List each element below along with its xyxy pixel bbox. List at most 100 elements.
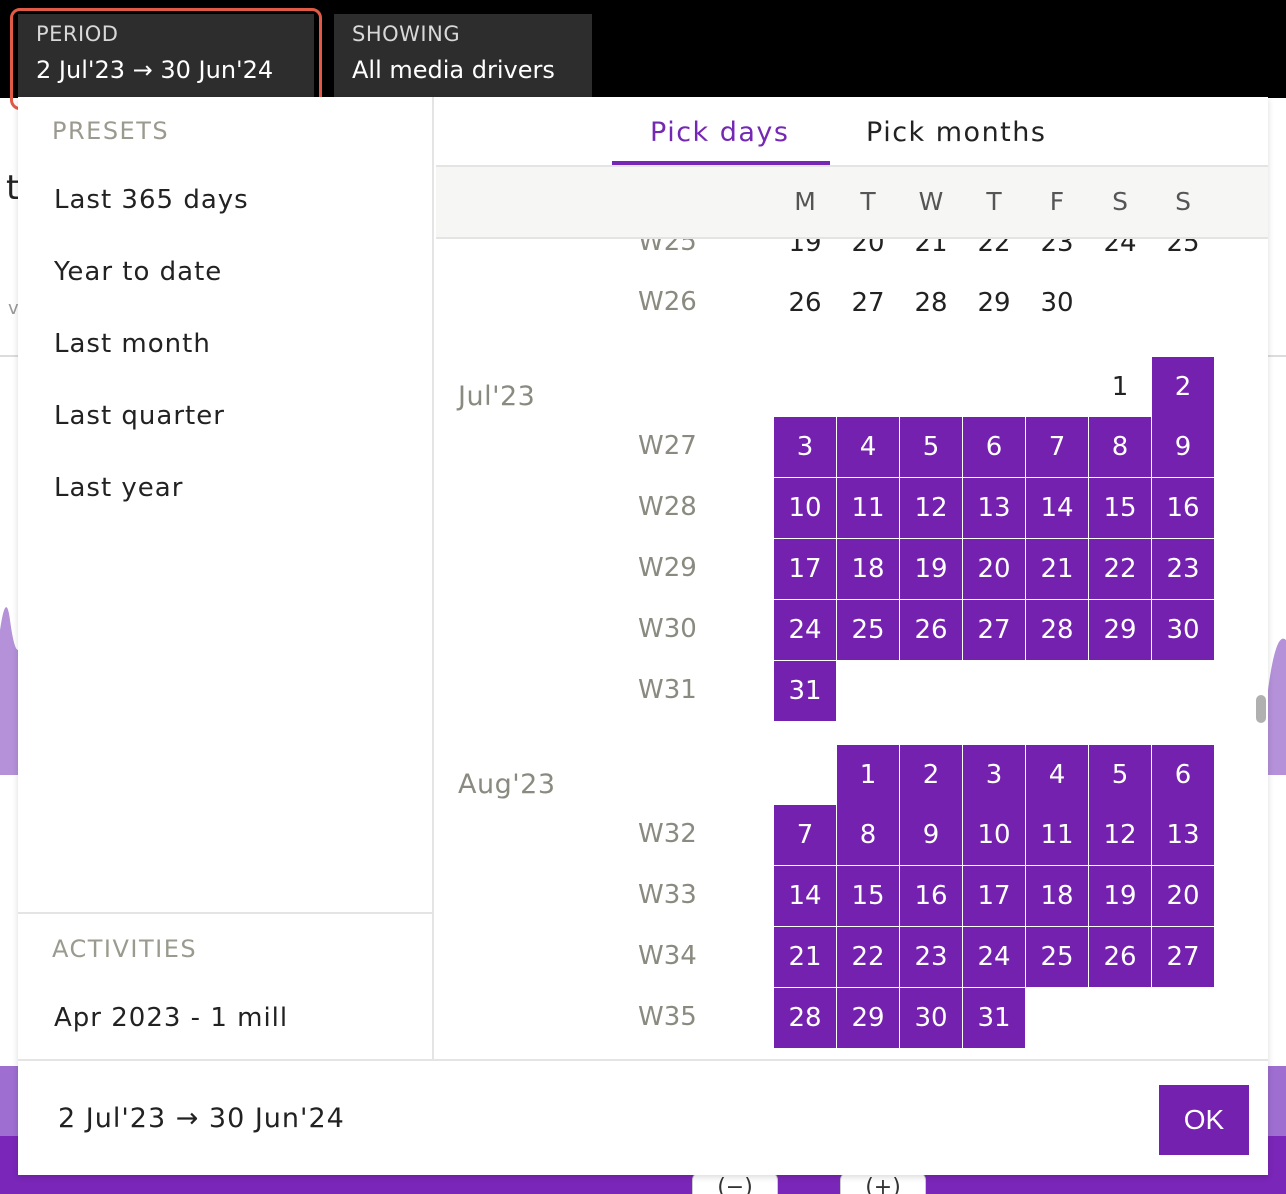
calendar-day-selected[interactable]: 20	[963, 539, 1025, 599]
calendar-day-selected[interactable]: 13	[1152, 805, 1214, 865]
calendar-day-selected[interactable]: 10	[963, 805, 1025, 865]
calendar-day-selected[interactable]: 8	[1089, 417, 1151, 477]
calendar-day-selected[interactable]: 5	[1089, 745, 1151, 805]
calendar-day-selected[interactable]: 25	[1026, 927, 1088, 987]
calendar-day-selected[interactable]: 7	[1026, 417, 1088, 477]
calendar-day-selected[interactable]: 2	[900, 745, 962, 805]
calendar-day[interactable]: 26	[774, 273, 836, 333]
calendar-day[interactable]: 28	[900, 273, 962, 333]
calendar-day-selected[interactable]: 24	[963, 927, 1025, 987]
calendar-day-selected[interactable]: 10	[774, 478, 836, 538]
preset-last-month[interactable]: Last month	[54, 329, 211, 359]
month-label: Aug'23	[458, 769, 556, 800]
calendar-day-selected[interactable]: 19	[900, 539, 962, 599]
calendar-day[interactable]: 30	[1026, 273, 1088, 333]
calendar-day-selected[interactable]: 28	[774, 988, 836, 1048]
activities-divider	[18, 912, 434, 914]
weekday-mon: M	[794, 187, 816, 216]
calendar-day-selected[interactable]: 15	[837, 866, 899, 926]
calendar-day-selected[interactable]: 17	[774, 539, 836, 599]
calendar-day-selected[interactable]: 29	[1089, 600, 1151, 660]
calendar-day-selected[interactable]: 11	[837, 478, 899, 538]
calendar-day-selected[interactable]: 5	[900, 417, 962, 477]
calendar-day[interactable]: 21	[900, 239, 962, 273]
calendar-day-selected[interactable]: 6	[963, 417, 1025, 477]
week-label: W25	[638, 239, 697, 257]
calendar-day-selected[interactable]: 4	[1026, 745, 1088, 805]
calendar-day-selected[interactable]: 26	[1089, 927, 1151, 987]
calendar-day-selected[interactable]: 27	[963, 600, 1025, 660]
calendar-day-selected[interactable]: 23	[900, 927, 962, 987]
calendar-day-selected[interactable]: 31	[774, 661, 836, 721]
preset-last-365-days[interactable]: Last 365 days	[54, 185, 249, 215]
calendar-day[interactable]: 20	[837, 239, 899, 273]
calendar-day-selected[interactable]: 18	[1026, 866, 1088, 926]
calendar-day-selected[interactable]: 4	[837, 417, 899, 477]
calendar-day[interactable]: 24	[1089, 239, 1151, 273]
calendar-day-selected[interactable]: 13	[963, 478, 1025, 538]
calendar-day-selected[interactable]: 3	[963, 745, 1025, 805]
presets-pane: PRESETS Last 365 days Year to date Last …	[18, 97, 434, 1059]
zoom-in-button[interactable]: (+)	[840, 1172, 926, 1194]
calendar-day-selected[interactable]: 7	[774, 805, 836, 865]
week-label: W34	[638, 941, 697, 971]
calendar-day-selected[interactable]: 26	[900, 600, 962, 660]
calendar-day-selected[interactable]: 21	[774, 927, 836, 987]
calendar-day[interactable]: 25	[1152, 239, 1214, 273]
week-label: W26	[638, 287, 697, 317]
calendar-day[interactable]: 23	[1026, 239, 1088, 273]
preset-year-to-date[interactable]: Year to date	[54, 257, 222, 287]
calendar-day-selected[interactable]: 30	[1152, 600, 1214, 660]
calendar-day-selected[interactable]: 11	[1026, 805, 1088, 865]
calendar-day-selected[interactable]: 17	[963, 866, 1025, 926]
activity-item[interactable]: Apr 2023 - 1 mill	[54, 1003, 288, 1033]
calendar-day-selected[interactable]: 21	[1026, 539, 1088, 599]
calendar-day-selected[interactable]: 31	[963, 988, 1025, 1048]
week-label: W35	[638, 1002, 697, 1032]
calendar-day-selected[interactable]: 29	[837, 988, 899, 1048]
calendar-day-selected[interactable]: 1	[837, 745, 899, 805]
preset-last-quarter[interactable]: Last quarter	[54, 401, 225, 431]
calendar-day[interactable]: 27	[837, 273, 899, 333]
calendar-grid[interactable]: W25 19 20 21 22 23 24 25 W26 26 27 28 29 30 Jul'23 1 2 W2…	[436, 239, 1268, 1059]
weekday-thu: T	[986, 187, 1002, 216]
calendar-day-selected[interactable]: 15	[1089, 478, 1151, 538]
calendar-scrollbar[interactable]	[1256, 695, 1266, 723]
calendar-day-selected[interactable]: 19	[1089, 866, 1151, 926]
calendar-day-selected[interactable]: 30	[900, 988, 962, 1048]
calendar-day-selected[interactable]: 18	[837, 539, 899, 599]
calendar-day[interactable]: 19	[774, 239, 836, 273]
calendar-day-selected[interactable]: 2	[1152, 357, 1214, 417]
showing-selector[interactable]: SHOWING All media drivers	[334, 14, 592, 98]
calendar-day-selected[interactable]: 22	[1089, 539, 1151, 599]
calendar-day-selected[interactable]: 16	[1152, 478, 1214, 538]
calendar-day-selected[interactable]: 25	[837, 600, 899, 660]
calendar-day-selected[interactable]: 3	[774, 417, 836, 477]
calendar-day[interactable]: 22	[963, 239, 1025, 273]
calendar-day-selected[interactable]: 14	[1026, 478, 1088, 538]
calendar-day-selected[interactable]: 8	[837, 805, 899, 865]
calendar-day-selected[interactable]: 22	[837, 927, 899, 987]
calendar-day-selected[interactable]: 9	[900, 805, 962, 865]
ok-button[interactable]: OK	[1159, 1085, 1249, 1155]
calendar-day-selected[interactable]: 16	[900, 866, 962, 926]
calendar-day-selected[interactable]: 23	[1152, 539, 1214, 599]
tab-pick-days[interactable]: Pick days	[650, 117, 789, 148]
calendar-day-selected[interactable]: 14	[774, 866, 836, 926]
calendar-day-selected[interactable]: 24	[774, 600, 836, 660]
tab-pick-months[interactable]: Pick months	[866, 117, 1046, 148]
calendar-day-selected[interactable]: 9	[1152, 417, 1214, 477]
date-picker-panel: PRESETS Last 365 days Year to date Last …	[18, 97, 1268, 1175]
calendar-day-selected[interactable]: 28	[1026, 600, 1088, 660]
calendar-day-selected[interactable]: 27	[1152, 927, 1214, 987]
weekday-tue: T	[860, 187, 876, 216]
preset-last-year[interactable]: Last year	[54, 473, 183, 503]
calendar-day-selected[interactable]: 12	[900, 478, 962, 538]
zoom-out-button[interactable]: (−)	[692, 1172, 778, 1194]
calendar-day-selected[interactable]: 6	[1152, 745, 1214, 805]
calendar-day[interactable]: 1	[1089, 357, 1151, 417]
calendar-day-selected[interactable]: 12	[1089, 805, 1151, 865]
period-selector[interactable]: PERIOD 2 Jul'23 → 30 Jun'24	[18, 14, 314, 98]
calendar-day[interactable]: 29	[963, 273, 1025, 333]
calendar-day-selected[interactable]: 20	[1152, 866, 1214, 926]
